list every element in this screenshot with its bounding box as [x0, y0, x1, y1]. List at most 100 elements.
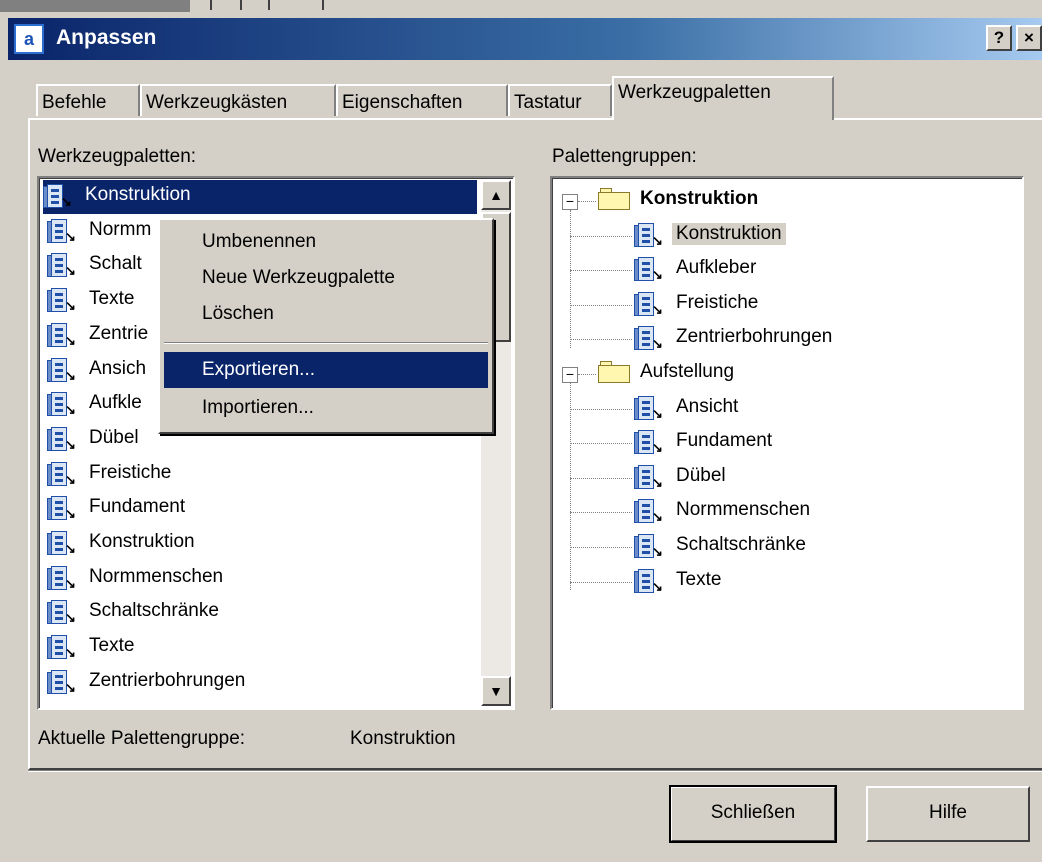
list-item-label: Aufkle: [89, 392, 142, 414]
list-item-label: Zentrierbohrungen: [89, 669, 246, 691]
tree-connector: [570, 581, 632, 583]
list-item-label: Normmenschen: [89, 565, 224, 587]
background-tick: [240, 0, 242, 10]
list-item-label: Normm: [89, 218, 152, 240]
menu-item-export[interactable]: Exportieren...: [164, 352, 488, 388]
tree-connector: [570, 512, 632, 514]
list-item-label: Schalt: [89, 253, 142, 275]
close-button[interactable]: Schließen: [669, 785, 837, 843]
tool-palette-icon: ↘: [634, 222, 664, 249]
tree-item-label: Fundament: [676, 430, 773, 452]
list-item[interactable]: ↘ Konstruktion: [43, 180, 477, 214]
current-group-value: Konstruktion: [350, 728, 456, 749]
tree-connector: [570, 408, 632, 410]
tool-palette-icon: ↘: [47, 531, 77, 557]
list-item[interactable]: ↘ Konstruktion: [47, 527, 477, 561]
tree-connector: [570, 443, 632, 445]
tree-group-label: Aufstellung: [640, 361, 735, 382]
tool-palette-icon: ↘: [634, 257, 664, 283]
tool-palette-icon: ↘: [634, 534, 664, 560]
customize-app-icon: a: [14, 24, 44, 54]
list-item[interactable]: ↘ Schaltschränke: [47, 596, 477, 630]
menu-separator: [164, 342, 488, 344]
list-item-label: Konstruktion: [85, 184, 191, 205]
tool-palette-icon: ↘: [47, 357, 77, 384]
menu-item-import[interactable]: Importieren...: [164, 390, 488, 426]
help-button[interactable]: Hilfe: [866, 786, 1030, 842]
list-item[interactable]: ↘ Freistiche: [47, 458, 477, 492]
tool-palette-icon: ↘: [47, 565, 77, 592]
folder-icon: [598, 361, 630, 383]
tree-item-label: Dübel: [676, 464, 726, 486]
tree-connector: [570, 270, 632, 272]
tree-item-label: Schaltschränke: [676, 534, 806, 555]
menu-item-rename[interactable]: Umbenennen: [164, 224, 488, 260]
tool-palette-icon: ↘: [47, 322, 77, 349]
menu-item-new-palette[interactable]: Neue Werkzeugpalette: [164, 260, 488, 296]
tool-palette-icon: ↘: [47, 635, 77, 661]
list-item-label: Konstruktion: [89, 531, 195, 552]
tree-item-label: Aufkleber: [676, 257, 757, 279]
list-item[interactable]: ↘ Normmenschen: [47, 562, 477, 596]
tree-item-label: Normmenschen: [676, 499, 811, 521]
list-item-label: Dübel: [89, 426, 139, 448]
tool-palette-icon: ↘: [634, 568, 664, 595]
tree-connector: [570, 235, 632, 237]
palette-groups-tree[interactable]: − Konstruktion ↘ Konstruktion ↘ Aufkleber ↘ Fre…: [550, 176, 1024, 710]
close-title-button[interactable]: ×: [1016, 25, 1042, 51]
tree-item-label: Ansicht: [676, 395, 739, 417]
tool-palette-icon: ↘: [47, 288, 77, 314]
scroll-down-button[interactable]: ▼: [481, 676, 511, 706]
list-item-label: Fundament: [89, 496, 186, 518]
tree-connector: [570, 210, 571, 348]
list-item[interactable]: ↘ Texte: [47, 631, 477, 665]
collapse-icon[interactable]: −: [562, 367, 578, 383]
tool-palette-icon: ↘: [634, 326, 664, 352]
list-item[interactable]: ↘ Zentrierbohrungen: [47, 666, 477, 700]
background-strip: [0, 0, 1042, 16]
background-tick: [322, 0, 324, 10]
tree-group-label: Konstruktion: [640, 188, 759, 209]
tree-item-label: Texte: [676, 568, 722, 590]
tree-item-label: Freistiche: [676, 291, 759, 313]
background-tick: [268, 0, 270, 10]
tool-palette-icon: ↘: [47, 496, 77, 522]
tree-item-label: Konstruktion: [672, 222, 786, 245]
list-item-label: Freistiche: [89, 461, 172, 483]
tool-palette-icon: ↘: [47, 253, 77, 279]
help-title-button[interactable]: ?: [986, 25, 1012, 51]
background-toolbar: [0, 0, 190, 12]
title-bar[interactable]: a Anpassen ? ×: [8, 18, 1042, 60]
tree-connector: [578, 201, 596, 202]
tool-palette-icon: ↘: [47, 600, 77, 626]
palette-groups-label: Palettengruppen:: [552, 146, 697, 167]
palettes-label: Werkzeugpaletten:: [38, 146, 197, 167]
menu-item-delete[interactable]: Löschen: [164, 296, 488, 332]
tool-palette-icon: ↘: [47, 218, 77, 245]
list-item-label: Texte: [89, 635, 135, 657]
tool-palette-icon: ↘: [634, 430, 664, 456]
tab-eigenschaften[interactable]: Eigenschaften: [336, 84, 508, 116]
tree-connector: [570, 477, 632, 479]
current-group-label: Aktuelle Palettengruppe:: [38, 728, 246, 749]
window-title: Anpassen: [56, 26, 157, 49]
collapse-icon[interactable]: −: [562, 194, 578, 210]
tree-connector: [570, 339, 632, 341]
tree-connector: [570, 304, 632, 306]
tool-palette-icon: ↘: [47, 426, 77, 453]
scroll-up-button[interactable]: ▲: [481, 180, 511, 210]
bottom-divider: [28, 770, 1042, 772]
tab-tastatur[interactable]: Tastatur: [508, 84, 612, 116]
tree-item-label: Zentrierbohrungen: [676, 326, 833, 348]
tree-connector: [578, 374, 596, 375]
tool-palette-icon: ↘: [47, 669, 77, 696]
tab-werkzeugkaesten[interactable]: Werkzeugkästen: [140, 84, 336, 116]
tool-palette-icon: ↘: [634, 291, 664, 318]
tab-werkzeugpaletten[interactable]: Werkzeugpaletten: [612, 76, 834, 120]
list-item-label: Schaltschränke: [89, 600, 219, 622]
list-item[interactable]: ↘ Fundament: [47, 492, 477, 526]
tree-connector: [570, 547, 632, 548]
tab-befehle[interactable]: Befehle: [36, 84, 140, 116]
list-item-label: Zentrie: [89, 322, 149, 344]
list-item-label: Ansich: [89, 357, 147, 379]
